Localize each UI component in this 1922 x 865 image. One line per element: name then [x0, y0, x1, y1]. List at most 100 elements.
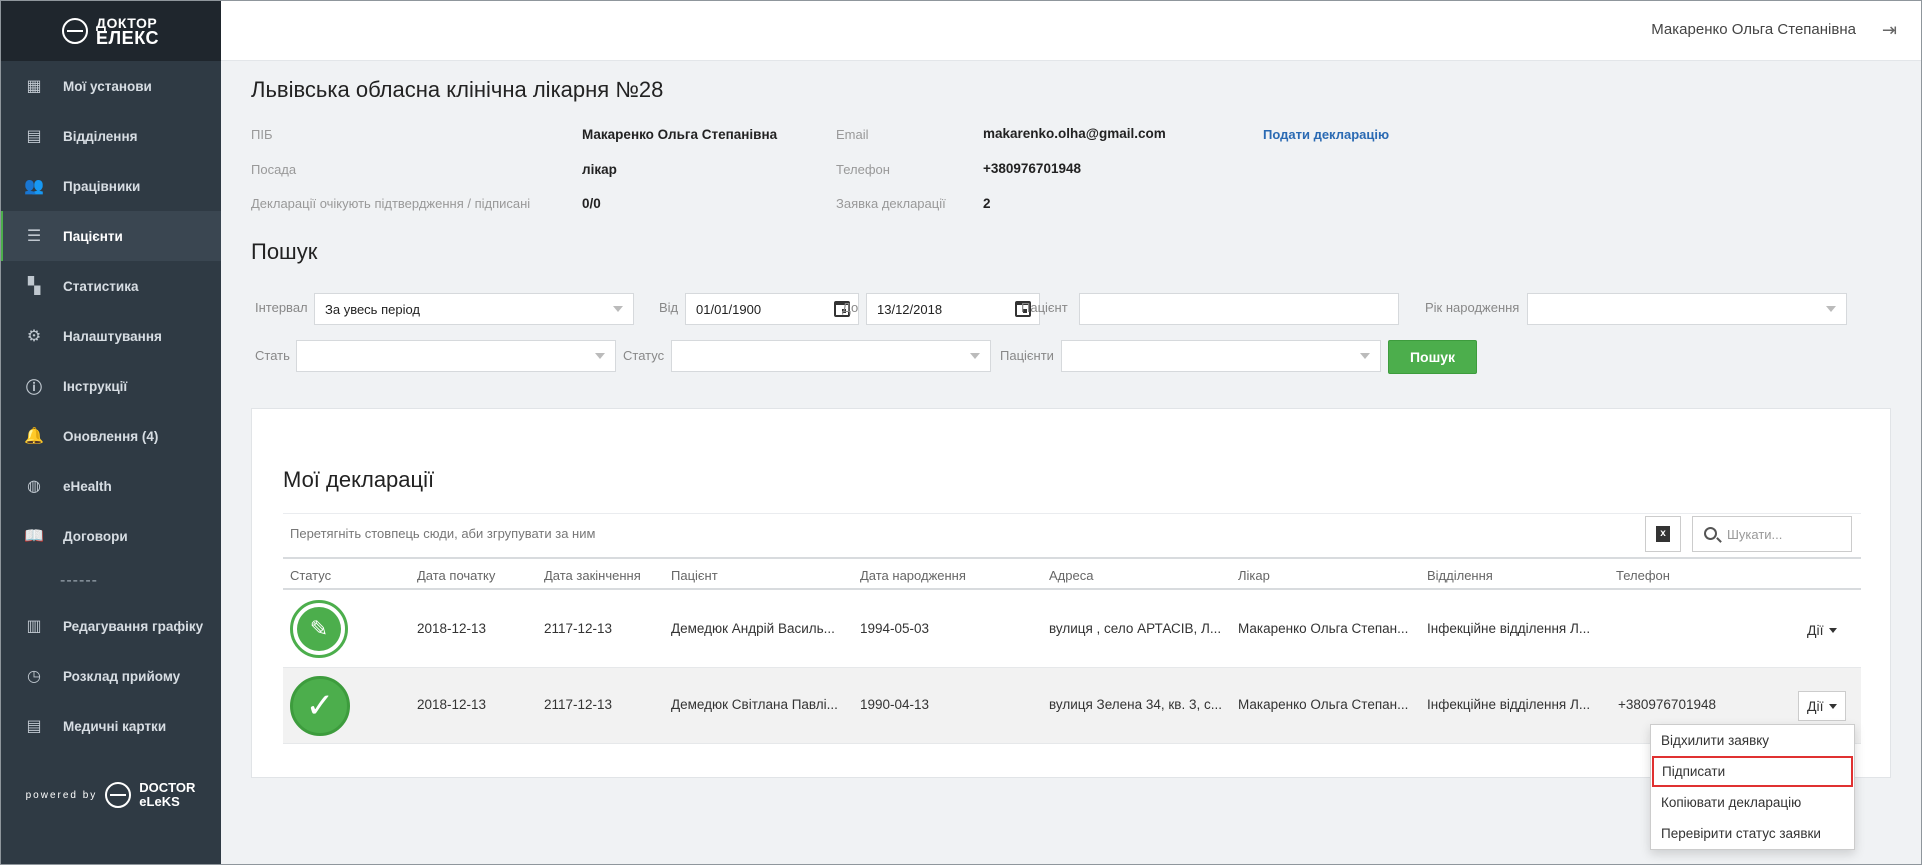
building-icon: ▦ [26, 78, 42, 95]
sidebar-item-label: Працівники [63, 178, 141, 194]
menu-item-copy[interactable]: Копіювати декларацію [1651, 787, 1854, 818]
list-icon: ☰ [26, 228, 42, 245]
from-date-value: 01/01/1900 [696, 301, 762, 317]
from-label: Від [659, 300, 679, 315]
chevron-down-icon [1826, 306, 1836, 312]
declarations-count-label: Декларації очікують підтвердження / підп… [251, 196, 531, 211]
status-select[interactable] [671, 340, 991, 372]
sex-select[interactable] [296, 340, 616, 372]
actions-dropdown[interactable]: Дії [1798, 691, 1847, 721]
hospital-title: Львівська обласна клінічна лікарня №28 [251, 77, 664, 102]
to-date-input[interactable]: 13/12/2018 [866, 293, 1040, 325]
patient-input[interactable] [1079, 293, 1399, 325]
calendar-grid-icon: ▥ [26, 618, 42, 635]
table-row[interactable]: ✓ 2018-12-13 2117-12-13 Демедюк Світлана… [283, 668, 1861, 744]
interval-select[interactable]: За увесь період [314, 293, 634, 325]
col-phone[interactable]: Телефон [1616, 568, 1670, 583]
caret-down-icon [1829, 703, 1838, 709]
to-label: До [842, 300, 859, 315]
logo-icon [62, 17, 89, 44]
grid-search-placeholder: Шукати... [1727, 526, 1783, 542]
from-date-input[interactable]: 01/01/1900 [685, 293, 859, 325]
birth-year-select[interactable] [1527, 293, 1847, 325]
cell-department: Інфекційне відділення Л... [1427, 697, 1591, 712]
cell-address: вулиця , село АРТАСІВ, Л... [1049, 621, 1222, 636]
sidebar-item-updates[interactable]: 🔔 Оновлення (4) [0, 411, 221, 461]
col-status[interactable]: Статус [290, 568, 331, 583]
sidebar-item-settings[interactable]: ⚙ Налаштування [0, 311, 221, 361]
col-end-date[interactable]: Дата закінчення [544, 568, 641, 583]
chevron-down-icon [613, 306, 623, 312]
logo-icon [105, 782, 132, 808]
sex-label: Стать [255, 348, 290, 363]
group-hint: Перетягніть стовпець сюди, аби згрупуват… [290, 526, 596, 541]
sidebar: ДОКТОР ЕЛЕКС ▦ Мої установи ▤ Відділення… [0, 0, 221, 865]
sidebar-item-employees[interactable]: 👥 Працівники [0, 161, 221, 211]
position-label: Посада [251, 162, 297, 177]
sidebar-item-patients[interactable]: ☰ Пацієнти [0, 211, 221, 261]
chevron-down-icon [595, 353, 605, 359]
sidebar-item-label: eHealth [63, 478, 112, 494]
declarations-panel: Мої декларації Перетягніть стовпець сюди… [251, 408, 1891, 778]
to-date-value: 13/12/2018 [877, 301, 943, 317]
sidebar-item-medical-cards[interactable]: ▤ Медичні картки [0, 701, 221, 751]
sidebar-item-label: Налаштування [63, 328, 162, 344]
group-by-bar[interactable]: Перетягніть стовпець сюди, аби згрупуват… [283, 513, 1861, 553]
user-name[interactable]: Макаренко Ольга Степанівна [1651, 21, 1856, 38]
grid-search-input[interactable]: Шукати... [1692, 516, 1852, 552]
actions-dropdown[interactable]: Дії [1799, 615, 1845, 645]
info-icon: ⓘ [25, 380, 42, 397]
col-start-date[interactable]: Дата початку [417, 568, 495, 583]
bell-icon: 🔔 [24, 428, 44, 445]
submit-declaration-link[interactable]: Подати декларацію [1263, 127, 1389, 142]
request-label: Заявка декларації [836, 196, 946, 211]
sidebar-item-departments[interactable]: ▤ Відділення [0, 111, 221, 161]
sidebar-item-schedule-edit[interactable]: ▥ Редагування графіку [0, 601, 221, 651]
birth-year-label: Рік народження [1425, 300, 1520, 315]
table-row[interactable]: ✎ 2018-12-13 2117-12-13 Демедюк Андрій В… [283, 592, 1861, 668]
brand-logo[interactable]: ДОКТОР ЕЛЕКС [0, 0, 221, 61]
patients-select[interactable] [1061, 340, 1381, 372]
menu-item-reject[interactable]: Відхилити заявку [1651, 725, 1854, 756]
col-address[interactable]: Адреса [1049, 568, 1093, 583]
email-value: makarenko.olha@gmail.com [983, 126, 1166, 141]
logout-icon[interactable]: ⇥ [1882, 20, 1902, 40]
table-header: Статус Дата початку Дата закінчення Паці… [283, 557, 1861, 590]
export-excel-button[interactable]: x [1645, 516, 1681, 552]
sidebar-item-label: Інструкції [63, 378, 128, 394]
sidebar-item-appointments[interactable]: ◷ Розклад прийому [0, 651, 221, 701]
sidebar-item-statistics[interactable]: ▚ Статистика [0, 261, 221, 311]
globe-icon: ◍ [27, 478, 41, 495]
actions-label: Дії [1807, 622, 1824, 638]
sidebar-item-label: Медичні картки [63, 718, 167, 734]
top-header: Макаренко Ольга Степанівна ⇥ [221, 0, 1922, 61]
department-icon: ▤ [26, 128, 42, 145]
menu-item-sign[interactable]: Підписати [1652, 756, 1853, 787]
pib-label: ПІБ [251, 127, 273, 142]
col-patient[interactable]: Пацієнт [671, 568, 718, 583]
actions-label: Дії [1807, 698, 1824, 714]
cell-doctor: Макаренко Ольга Степан... [1238, 697, 1409, 712]
sidebar-item-ehealth[interactable]: ◍ eHealth [0, 461, 221, 511]
powered-line1: DOCTOR [139, 780, 196, 795]
sidebar-item-my-institutions[interactable]: ▦ Мої установи [0, 61, 221, 111]
declarations-count-value: 0/0 [582, 196, 601, 211]
status-label: Статус [623, 348, 665, 363]
cell-start-date: 2018-12-13 [417, 621, 487, 636]
powered-text: powered by [25, 789, 98, 801]
col-department[interactable]: Відділення [1427, 568, 1493, 583]
sidebar-item-label: Мої установи [63, 78, 152, 94]
cell-end-date: 2117-12-13 [544, 697, 613, 712]
pib-value: Макаренко Ольга Степанівна [582, 127, 778, 142]
col-doctor[interactable]: Лікар [1238, 568, 1270, 583]
sidebar-item-label: Відділення [63, 128, 138, 144]
status-signed-check-icon: ✓ [290, 676, 350, 736]
sidebar-item-label: Статистика [63, 278, 139, 294]
powered-by: powered by DOCTOR eLeKS [0, 781, 221, 809]
col-birth-date[interactable]: Дата народження [860, 568, 966, 583]
dashboard-icon: ▚ [27, 278, 41, 295]
search-button[interactable]: Пошук [1388, 340, 1477, 374]
menu-item-check-status[interactable]: Перевірити статус заявки [1651, 818, 1854, 849]
sidebar-item-instructions[interactable]: ⓘ Інструкції [0, 361, 221, 411]
sidebar-item-contracts[interactable]: 📖 Договори [0, 511, 221, 561]
